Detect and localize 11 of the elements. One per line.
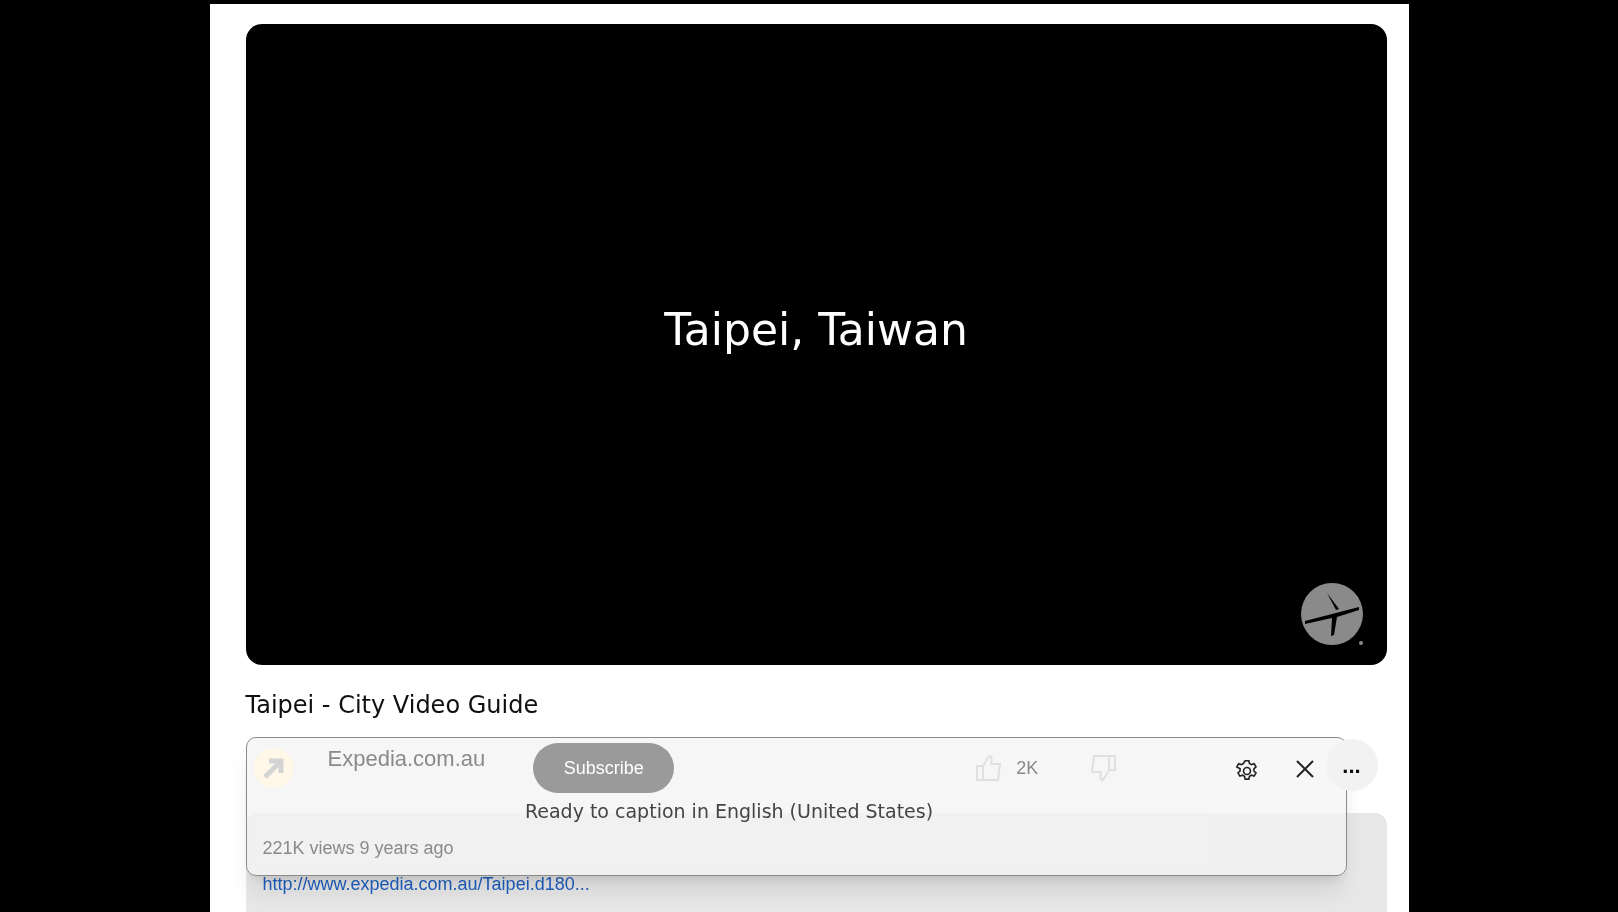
subscribe-button[interactable]: Subscribe — [533, 743, 675, 793]
description-link[interactable]: http://www.expedia.com.au/Taipei.d180... — [262, 873, 1370, 895]
video-title: Taipei - City Video Guide — [245, 690, 540, 721]
view-count-text: 221K views 9 years ago — [262, 837, 455, 859]
channel-name[interactable]: Expedia.com.au — [327, 741, 486, 775]
video-caption-text: Taipei, Taiwan — [664, 302, 968, 357]
plane-logo-icon — [1300, 583, 1365, 647]
video-player[interactable]: Taipei, Taiwan — [245, 24, 1387, 665]
like-count: 2K — [1016, 756, 1039, 780]
close-icon[interactable] — [1293, 758, 1316, 780]
caption-status-text: Ready to caption in English (United States) — [524, 799, 934, 824]
